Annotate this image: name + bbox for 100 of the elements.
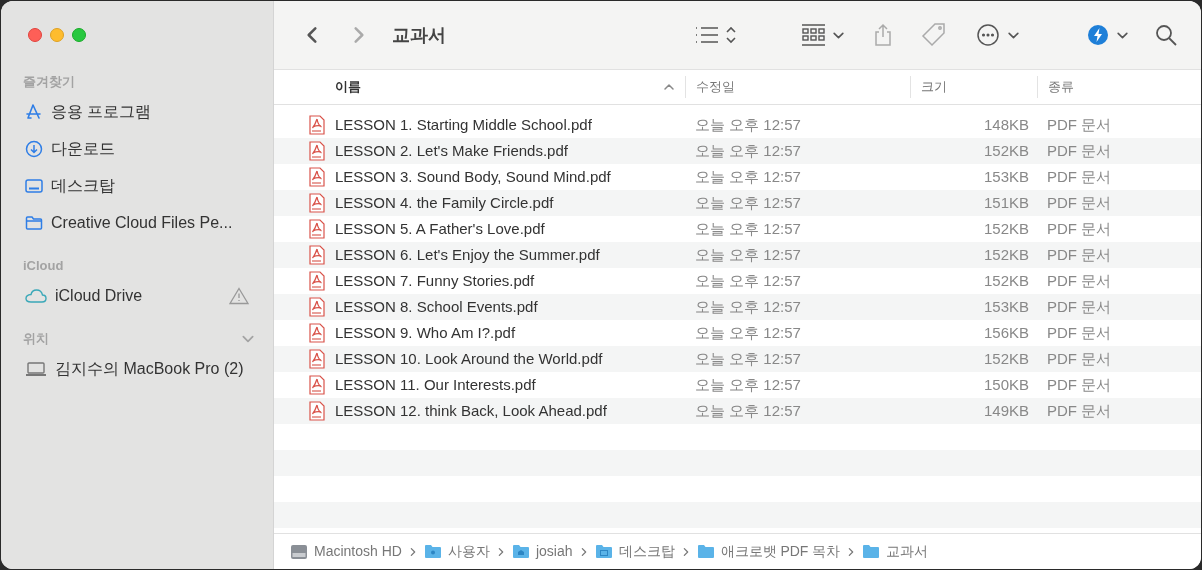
- folder-icon: [25, 213, 43, 232]
- more-button[interactable]: [977, 24, 1020, 46]
- file-size: 152KB: [983, 270, 1029, 291]
- modified-date: 오늘 오후 12:57: [694, 348, 802, 369]
- sidebar-section-title: 즐겨찾기: [23, 73, 75, 92]
- modified-date: 오늘 오후 12:57: [694, 244, 802, 265]
- sidebar-item[interactable]: 김지수의 MacBook Pro (2): [1, 350, 273, 387]
- modified-date: 오늘 오후 12:57: [694, 400, 802, 421]
- column-header[interactable]: 수정일: [685, 76, 910, 98]
- sidebar-item[interactable]: 응용 프로그램: [1, 93, 273, 130]
- search-button[interactable]: [1155, 24, 1177, 46]
- file-kind: PDF 문서: [1046, 348, 1112, 369]
- path-item[interactable]: 교과서: [862, 541, 929, 562]
- pdf-file-icon: [309, 297, 325, 317]
- file-row[interactable]: LESSON 2. Let's Make Friends.pdf 오늘 오후 12:57 152KB PDF 문서: [274, 138, 1201, 164]
- desktop-folder-icon: [594, 544, 613, 559]
- pdf-file-icon: [309, 141, 325, 161]
- file-name: LESSON 5. A Father's Love.pdf: [335, 218, 545, 239]
- file-name: LESSON 12. think Back, Look Ahead.pdf: [335, 400, 607, 421]
- file-name: LESSON 7. Funny Stories.pdf: [335, 270, 535, 291]
- window-title: 교과서: [392, 23, 446, 47]
- lightning-icon: [1088, 25, 1108, 45]
- sidebar-item[interactable]: Creative Cloud Files Pe...: [1, 204, 273, 241]
- close-button[interactable]: [28, 28, 42, 42]
- sidebar-section-title: 위치: [23, 330, 49, 349]
- file-size: 153KB: [983, 296, 1029, 317]
- pdf-file-icon: [309, 167, 325, 187]
- file-size: 152KB: [983, 218, 1029, 239]
- modified-date: 오늘 오후 12:57: [694, 270, 802, 291]
- share-button[interactable]: [873, 23, 893, 47]
- file-size: 152KB: [983, 140, 1029, 161]
- file-name: LESSON 4. the Family Circle.pdf: [335, 192, 554, 213]
- modified-date: 오늘 오후 12:57: [694, 218, 802, 239]
- file-size: 150KB: [983, 374, 1029, 395]
- file-row[interactable]: LESSON 12. think Back, Look Ahead.pdf 오늘 오후 12:57 149KB PDF 문서: [274, 398, 1201, 424]
- file-kind: PDF 문서: [1046, 296, 1112, 317]
- path-item[interactable]: josiah: [511, 541, 573, 562]
- pdf-file-icon: [309, 271, 325, 291]
- pdf-file-icon: [309, 245, 325, 265]
- desktop-icon: [25, 176, 43, 195]
- grid-icon: [801, 24, 826, 46]
- path-item[interactable]: 애크로뱃 PDF 목차: [696, 541, 841, 562]
- file-size: 152KB: [983, 348, 1029, 369]
- sidebar-section-title: iCloud: [23, 257, 64, 276]
- modified-date: 오늘 오후 12:57: [694, 114, 802, 135]
- tag-button[interactable]: [921, 22, 947, 48]
- modified-date: 오늘 오후 12:57: [694, 166, 802, 187]
- list-icon: [695, 26, 719, 44]
- pdf-file-icon: [309, 323, 325, 343]
- file-size: 156KB: [983, 322, 1029, 343]
- file-kind: PDF 문서: [1046, 322, 1112, 343]
- zoom-button[interactable]: [72, 28, 86, 42]
- sidebar-item[interactable]: 데스크탑: [1, 167, 273, 204]
- file-row[interactable]: LESSON 8. School Events.pdf 오늘 오후 12:57 153KB PDF 문서: [274, 294, 1201, 320]
- file-row[interactable]: LESSON 6. Let's Enjoy the Summer.pdf 오늘 오후 12:57 152KB PDF 문서: [274, 242, 1201, 268]
- column-header[interactable]: 종류: [1037, 76, 1201, 98]
- pdf-file-icon: [309, 193, 325, 213]
- file-size: 152KB: [983, 244, 1029, 265]
- pdf-file-icon: [309, 349, 325, 369]
- path-item[interactable]: Macintosh HD: [290, 541, 402, 562]
- modified-date: 오늘 오후 12:57: [694, 296, 802, 317]
- file-kind: PDF 문서: [1046, 270, 1112, 291]
- column-header[interactable]: 크기: [910, 76, 1037, 98]
- up-down-chevron-icon: [725, 25, 737, 45]
- sidebar-item[interactable]: iCloud Drive: [1, 277, 273, 314]
- app-store-icon: [25, 102, 43, 121]
- folder-icon: [696, 544, 715, 559]
- file-name: LESSON 9. Who Am I?.pdf: [335, 322, 516, 343]
- file-kind: PDF 문서: [1046, 166, 1112, 187]
- file-name: LESSON 1. Starting Middle School.pdf: [335, 114, 592, 135]
- pdf-file-icon: [309, 375, 325, 395]
- file-kind: PDF 문서: [1046, 374, 1112, 395]
- path-item[interactable]: 데스크탑: [594, 541, 675, 562]
- file-size: 153KB: [983, 166, 1029, 187]
- list-view-button[interactable]: [695, 25, 737, 45]
- sort-chevron-icon: [663, 81, 675, 93]
- file-name: LESSON 3. Sound Body, Sound Mind.pdf: [335, 166, 611, 187]
- path-item[interactable]: 사용자: [423, 541, 490, 562]
- laptop-icon: [25, 360, 47, 377]
- folder-icon: [862, 544, 881, 559]
- ellipsis-circle-icon: [977, 24, 999, 46]
- sidebar-item[interactable]: 다운로드: [1, 130, 273, 167]
- file-name: LESSON 8. School Events.pdf: [335, 296, 538, 317]
- file-size: 149KB: [983, 400, 1029, 421]
- file-kind: PDF 문서: [1046, 140, 1112, 161]
- file-kind: PDF 문서: [1046, 244, 1112, 265]
- file-row[interactable]: LESSON 4. the Family Circle.pdf 오늘 오후 12:57 151KB PDF 문서: [274, 190, 1201, 216]
- home-folder-icon: [511, 544, 530, 559]
- extension-button[interactable]: [1088, 25, 1129, 45]
- pdf-file-icon: [309, 401, 325, 421]
- column-header[interactable]: 이름: [274, 76, 685, 98]
- file-kind: PDF 문서: [1046, 218, 1112, 239]
- file-name: LESSON 11. Our Interests.pdf: [335, 374, 536, 395]
- file-name: LESSON 6. Let's Enjoy the Summer.pdf: [335, 244, 600, 265]
- file-name: LESSON 2. Let's Make Friends.pdf: [335, 140, 568, 161]
- file-kind: PDF 문서: [1046, 114, 1112, 135]
- modified-date: 오늘 오후 12:57: [694, 192, 802, 213]
- cloud-icon: [25, 287, 47, 304]
- group-button[interactable]: [801, 24, 845, 46]
- file-row[interactable]: LESSON 10. Look Around the World.pdf 오늘 오후 12:57 152KB PDF 문서: [274, 346, 1201, 372]
